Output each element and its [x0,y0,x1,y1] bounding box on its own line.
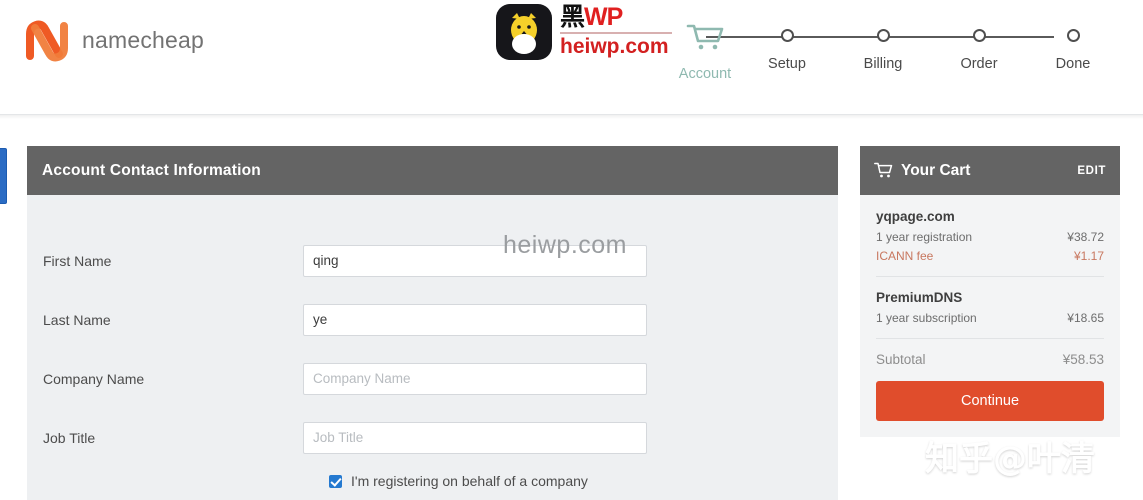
form-row-last-name: Last Name [27,290,838,349]
cart-divider [876,338,1104,339]
company-checkbox-label: I'm registering on behalf of a company [351,473,588,489]
step-dot-icon [780,29,794,42]
account-contact-panel: Account Contact Information First Name L… [27,146,838,500]
company-checkbox[interactable] [329,474,342,488]
last-name-input[interactable] [303,303,647,336]
owl-glyph-icon [511,13,537,54]
brand-logo-link[interactable]: namecheap [24,18,204,62]
company-name-input[interactable] [303,362,647,395]
site-header: namecheap 黑WP heiwp.com Account Setup Bi… [0,0,1143,119]
cart-item-name: PremiumDNS [876,290,963,305]
heiwp-cn-char: 黑 [560,3,585,31]
cart-line-label: ICANN fee [876,249,934,263]
cart-icon [686,24,724,50]
cart-divider [876,276,1104,277]
main-content: Account Contact Information First Name L… [0,119,1143,500]
stepper-label-done: Done [1055,56,1091,72]
stepper-label-setup: Setup [768,56,806,72]
stepper-step-done[interactable]: Done [1028,22,1118,72]
page-title: Account Contact Information [42,161,261,179]
brand-name: namecheap [82,26,204,53]
cart-line-price: ¥1.17 [1073,249,1104,263]
heiwp-wp-text: WP [584,3,623,31]
cart-item-name: yqpage.com [876,209,955,224]
cart-line-icann-fee: ICANN fee ¥1.17 [876,249,1104,263]
owl-logo-icon [496,4,552,60]
cart-item-premiumdns: PremiumDNS 1 year subscription ¥18.65 [876,290,1104,325]
checkout-stepper: Account Setup Billing Order Done [672,22,1092,88]
cart-subtotal-row: Subtotal ¥58.53 [876,352,1104,367]
stepper-step-setup[interactable]: Setup [742,22,832,72]
label-last-name: Last Name [43,311,111,328]
company-checkbox-row[interactable]: I'm registering on behalf of a company [27,473,838,489]
continue-button[interactable]: Continue [876,381,1104,421]
heiwp-watermark-logo [496,4,552,60]
panel-header: Account Contact Information [27,146,838,195]
cart-button-wrap: Continue [860,367,1120,437]
heiwp-rule [560,32,672,34]
label-company-name: Company Name [43,370,145,387]
shopping-cart-icon [874,162,893,178]
cart-edit-link[interactable]: EDIT [1077,165,1106,177]
cart-line-price: ¥18.65 [1067,311,1104,325]
cart-line-label: 1 year registration [876,230,973,244]
cart-line-price: ¥38.72 [1067,230,1104,244]
cart-subtotal-label: Subtotal [876,352,926,367]
cart-subtotal-value: ¥58.53 [1062,352,1104,367]
first-name-input[interactable] [303,244,647,277]
stepper-label-account: Account [678,66,732,82]
stepper-step-billing[interactable]: Billing [838,22,928,72]
step-dot-icon [876,29,890,42]
stepper-step-order[interactable]: Order [934,22,1024,72]
label-job-title: Job Title [43,429,96,446]
left-edge-indicator [0,148,7,204]
label-first-name: First Name [43,252,112,269]
form-body: First Name Last Name Company Name Job Ti… [27,195,838,489]
job-title-input[interactable] [303,421,647,454]
form-row-job-title: Job Title [27,408,838,467]
cart-body: yqpage.com 1 year registration ¥38.72 IC… [860,195,1120,367]
namecheap-n-logo-icon [26,20,68,62]
step-dot-icon [972,29,986,42]
cart-line-registration: 1 year registration ¥38.72 [876,230,1104,244]
form-row-first-name: First Name [27,231,838,290]
cart-line-subscription: 1 year subscription ¥18.65 [876,311,1104,325]
stepper-label-billing: Billing [863,56,903,72]
step-dot-icon [1066,29,1080,42]
cart-title: Your Cart [901,161,971,179]
cart-header: Your Cart EDIT [860,146,1120,195]
cart-panel: Your Cart EDIT yqpage.com 1 year registr… [860,146,1120,437]
stepper-step-account[interactable]: Account [660,22,750,82]
form-row-company-name: Company Name [27,349,838,408]
cart-item-domain: yqpage.com 1 year registration ¥38.72 IC… [876,209,1104,263]
cart-line-label: 1 year subscription [876,311,977,325]
stepper-label-order: Order [960,56,998,72]
